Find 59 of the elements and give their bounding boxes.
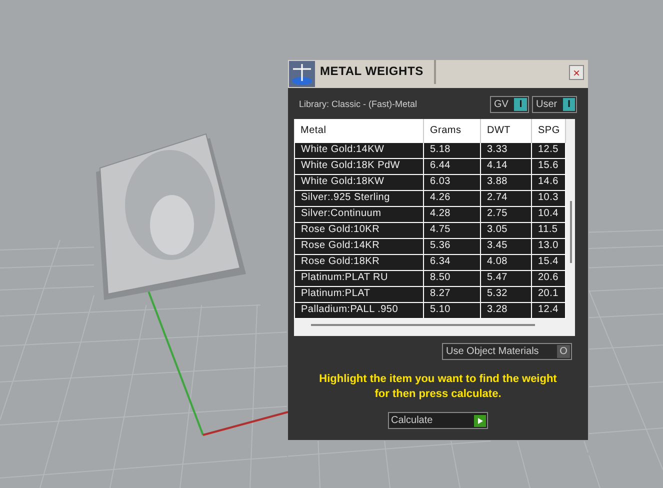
table-cell: 5.36	[424, 238, 480, 254]
table-cell: 15.4	[532, 254, 566, 270]
table-cell: 12.5	[532, 142, 566, 158]
table-cell: 2.74	[480, 190, 532, 206]
table-cell: 13.0	[532, 238, 566, 254]
window-title: METAL WEIGHTS	[320, 63, 424, 80]
table-cell: 2.75	[480, 206, 532, 222]
play-icon	[474, 414, 486, 426]
table-cell: 10.3	[532, 190, 566, 206]
table-cell: 5.32	[480, 286, 532, 302]
table-cell: 6.34	[424, 254, 480, 270]
table-cell: Silver:.925 Sterling	[294, 190, 424, 206]
table-cell: 3.45	[480, 238, 532, 254]
table-cell: 5.10	[424, 302, 480, 318]
table-cell: 4.08	[480, 254, 532, 270]
table-cell: 5.18	[424, 142, 480, 158]
table-cell: Rose Gold:18KR	[294, 254, 424, 270]
table-cell: 11.5	[532, 222, 566, 238]
table-cell: 4.14	[480, 158, 532, 174]
table-cell: Platinum:PLAT RU	[294, 270, 424, 286]
use-object-materials-toggle[interactable]: Use Object Materials O	[442, 343, 572, 360]
toggle-button[interactable]: User I	[532, 96, 577, 113]
instruction-text: Highlight the item you want to find the weight for then press calculate.	[318, 372, 558, 402]
table-cell: 8.50	[424, 270, 480, 286]
table-cell: 4.26	[424, 190, 480, 206]
table-cell: Rose Gold:14KR	[294, 238, 424, 254]
table-cell: 5.47	[480, 270, 532, 286]
table-cell: 3.33	[480, 142, 532, 158]
table-cell: 14.6	[532, 174, 566, 190]
off-indicator: O	[557, 345, 570, 358]
library-label: Library: Classic - (Fast)-Metal	[299, 98, 418, 111]
table-cell: 10.4	[532, 206, 566, 222]
table-cell: 20.6	[532, 270, 566, 286]
table-cell: Rose Gold:10KR	[294, 222, 424, 238]
table-cell: White Gold:18KW	[294, 174, 424, 190]
vertical-scrollbar[interactable]	[570, 201, 572, 263]
calculate-button[interactable]: Calculate	[388, 412, 488, 429]
table-cell: Platinum:PLAT	[294, 286, 424, 302]
table-cell: 3.05	[480, 222, 532, 238]
table-cell: White Gold:14KW	[294, 142, 424, 158]
table-cell: Palladium:PALL .950	[294, 302, 424, 318]
table-cell: 8.27	[424, 286, 480, 302]
close-button[interactable]: ×	[569, 65, 584, 80]
table-cell: 15.6	[532, 158, 566, 174]
horizontal-scrollbar[interactable]	[311, 324, 535, 326]
table-cell: 3.88	[480, 174, 532, 190]
toggle-button[interactable]: GV I	[490, 96, 529, 113]
table-cell: 3.28	[480, 302, 532, 318]
grid-line	[517, 440, 530, 488]
table-cell: 4.28	[424, 206, 480, 222]
table-cell: 6.44	[424, 158, 480, 174]
on-indicator: I	[563, 98, 575, 111]
table-cell: Silver:Continuum	[294, 206, 424, 222]
table-cell: 6.03	[424, 174, 480, 190]
table-cell: 4.75	[424, 222, 480, 238]
table-cell: White Gold:18K PdW	[294, 158, 424, 174]
on-indicator: I	[514, 98, 527, 111]
table-cell: 20.1	[532, 286, 566, 302]
table-cell: 12.4	[532, 302, 566, 318]
